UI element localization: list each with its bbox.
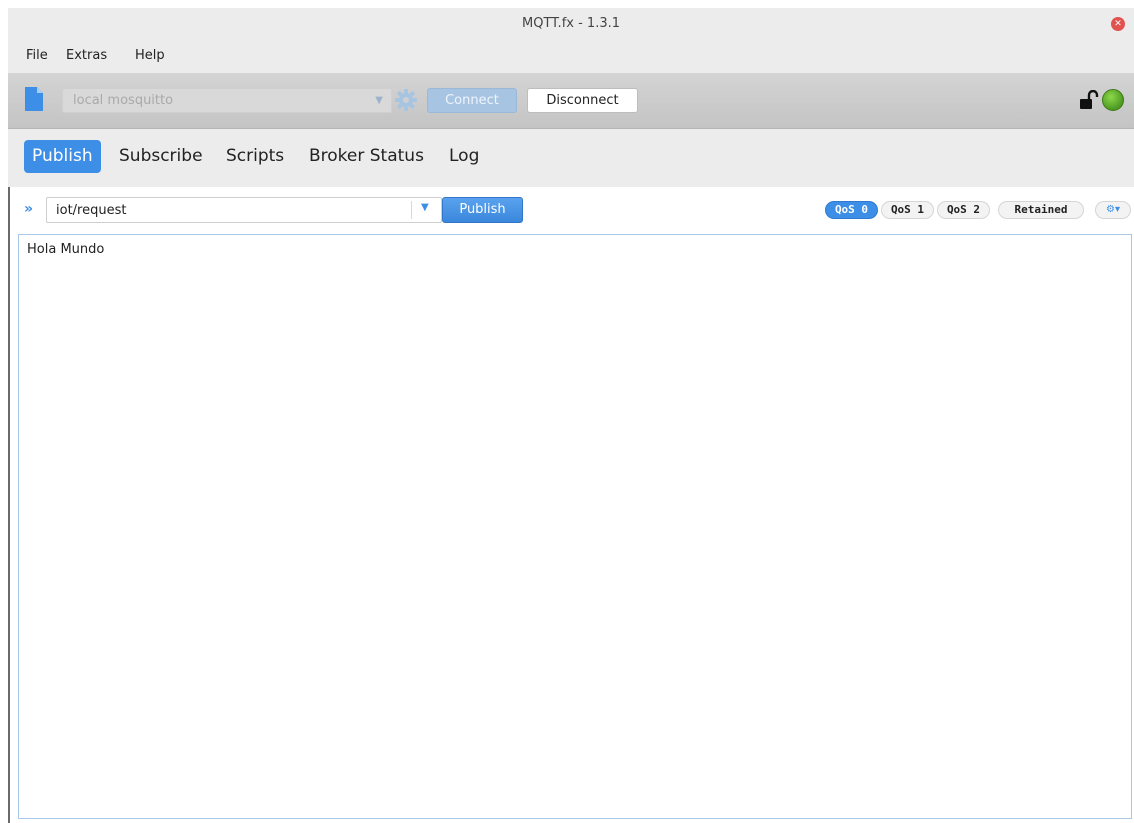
connection-profile-value: local mosquitto <box>73 93 174 108</box>
double-chevron-right-icon[interactable]: » <box>24 201 33 217</box>
divider <box>411 201 412 219</box>
topic-input[interactable] <box>47 198 407 222</box>
menu-help[interactable]: Help <box>135 48 165 63</box>
topic-combobox[interactable]: ▼ <box>46 197 442 223</box>
window-title: MQTT.fx - 1.3.1 <box>522 16 620 31</box>
gear-icon[interactable] <box>395 89 417 111</box>
gears-icon: ⚙▾ <box>1106 204 1120 215</box>
divider <box>8 187 10 823</box>
payload-textarea[interactable]: Hola Mundo <box>19 235 1131 818</box>
tab-subscribe[interactable]: Subscribe <box>119 140 203 173</box>
chevron-down-icon[interactable]: ▼ <box>421 202 429 213</box>
tab-broker-status[interactable]: Broker Status <box>309 140 424 173</box>
disconnect-button[interactable]: Disconnect <box>527 88 638 113</box>
main-tabs: Publish Subscribe Scripts Broker Status … <box>8 129 1134 187</box>
tab-log[interactable]: Log <box>449 140 479 173</box>
payload-editor[interactable]: Hola Mundo <box>18 234 1132 819</box>
publish-toolbar: » ▼ Publish QoS 0 QoS 1 QoS 2 Retained ⚙… <box>10 187 1134 233</box>
title-bar: MQTT.fx - 1.3.1 ✕ <box>8 8 1134 40</box>
tab-publish[interactable]: Publish <box>24 140 101 173</box>
chevron-down-icon: ▼ <box>375 95 383 106</box>
qos-0-toggle[interactable]: QoS 0 <box>825 201 878 219</box>
qos-1-toggle[interactable]: QoS 1 <box>881 201 934 219</box>
publish-options-button[interactable]: ⚙▾ <box>1095 201 1131 219</box>
menu-extras[interactable]: Extras <box>66 48 107 63</box>
unlocked-icon <box>1080 90 1099 109</box>
publish-button[interactable]: Publish <box>442 197 523 223</box>
connect-button[interactable]: Connect <box>427 88 517 113</box>
qos-2-toggle[interactable]: QoS 2 <box>937 201 990 219</box>
close-window-button[interactable]: ✕ <box>1111 17 1125 31</box>
menu-file[interactable]: File <box>26 48 48 63</box>
connection-status-led <box>1102 89 1124 111</box>
tab-scripts[interactable]: Scripts <box>226 140 284 173</box>
menu-bar: File Extras Help <box>8 40 1134 73</box>
connection-toolbar: local mosquitto ▼ Connect Disconnect <box>8 73 1134 129</box>
retained-toggle[interactable]: Retained <box>998 201 1084 219</box>
new-profile-file-icon[interactable] <box>25 87 43 111</box>
connection-profile-select[interactable]: local mosquitto ▼ <box>62 88 392 113</box>
